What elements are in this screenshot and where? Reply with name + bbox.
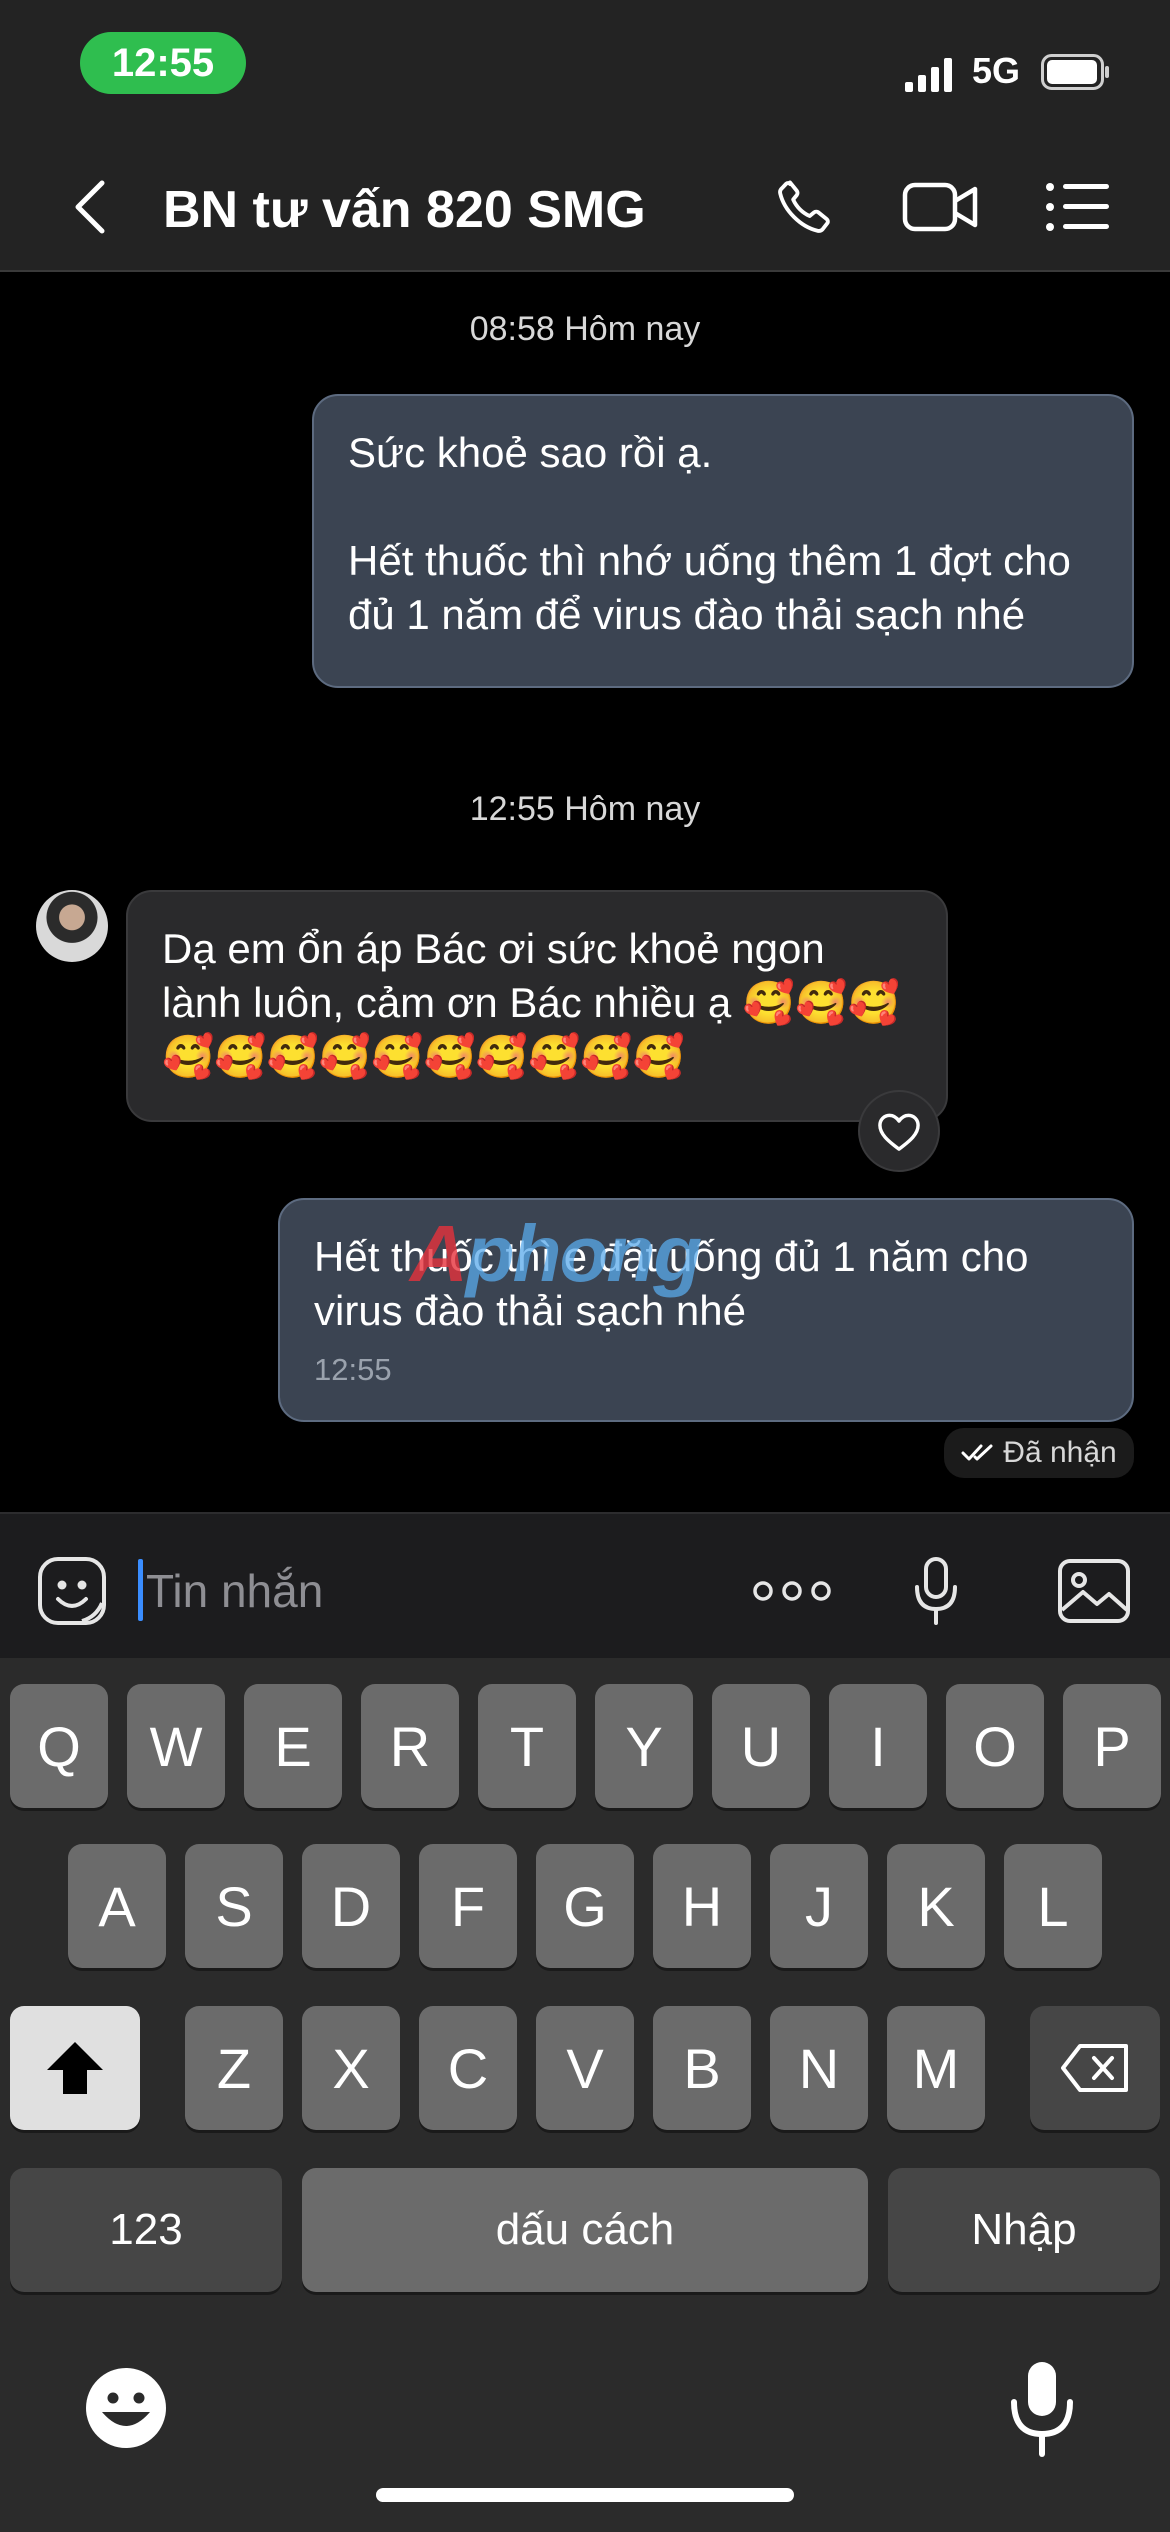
key-s[interactable]: S: [185, 1844, 283, 1968]
composer-bar: [0, 1512, 1170, 1658]
key-p[interactable]: P: [1063, 1684, 1161, 1808]
top-bar: 12:55 5G BN tư vấn 820 SMG: [0, 0, 1170, 272]
incoming-message[interactable]: Dạ em ổn áp Bác ơi sức khoẻ ngon lành lu…: [126, 890, 948, 1122]
key-c[interactable]: C: [419, 2006, 517, 2130]
call-button[interactable]: [764, 170, 844, 244]
image-icon: [1058, 1559, 1130, 1623]
more-icon: [753, 1581, 831, 1601]
double-check-icon: [961, 1444, 993, 1461]
message-text: Hết thuốc thì nhớ uống thêm 1 đợt cho đủ…: [348, 537, 1071, 638]
network-label: 5G: [972, 50, 1021, 91]
key-z[interactable]: Z: [185, 2006, 283, 2130]
menu-list-icon: [1046, 183, 1109, 231]
status-time: 12:55: [80, 32, 246, 94]
key-o[interactable]: O: [946, 1684, 1044, 1808]
like-button[interactable]: [858, 1090, 940, 1172]
heart-icon: [878, 1113, 920, 1151]
shift-icon: [47, 2042, 103, 2094]
backspace-icon: [1061, 2044, 1128, 2092]
key-m[interactable]: M: [887, 2006, 985, 2130]
message-time: 12:55: [314, 1352, 392, 1387]
text-cursor: [138, 1559, 143, 1621]
read-receipt: Đã nhận: [944, 1428, 1134, 1478]
back-icon: [75, 180, 105, 234]
back-button[interactable]: [60, 172, 120, 242]
key-q[interactable]: Q: [10, 1684, 108, 1808]
key-a[interactable]: A: [68, 1844, 166, 1968]
keyboard: QWERTYUIOP ASDFGHJKL ZXCVBNM 123 dấu các…: [0, 1658, 1170, 2532]
voice-button[interactable]: [902, 1554, 970, 1628]
message-text: Sức khoẻ sao rồi ạ.: [348, 429, 713, 476]
video-call-icon: [902, 182, 978, 232]
dictation-icon[interactable]: [1008, 2358, 1076, 2458]
message-input[interactable]: [146, 1556, 706, 1626]
key-k[interactable]: K: [887, 1844, 985, 1968]
key-x[interactable]: X: [302, 2006, 400, 2130]
timestamp-divider: 08:58 Hôm nay: [469, 310, 701, 348]
key-i[interactable]: I: [829, 1684, 927, 1808]
key-r[interactable]: R: [361, 1684, 459, 1808]
shift-key[interactable]: [10, 2006, 140, 2130]
message-text: Hết thuốc thì e đặt uống đủ 1 năm cho vi…: [314, 1233, 1029, 1334]
chat-area[interactable]: 08:58 Hôm nay Sức khoẻ sao rồi ạ. Hết th…: [0, 272, 1170, 1512]
emoji-keyboard-icon[interactable]: [84, 2366, 168, 2450]
key-h[interactable]: H: [653, 1844, 751, 1968]
space-key[interactable]: dấu cách: [302, 2168, 868, 2292]
image-button[interactable]: [1056, 1554, 1132, 1628]
mic-icon: [915, 1557, 957, 1625]
signal-icon: [905, 58, 952, 92]
key-w[interactable]: W: [127, 1684, 225, 1808]
key-e[interactable]: E: [244, 1684, 342, 1808]
backspace-key[interactable]: [1030, 2006, 1160, 2130]
key-v[interactable]: V: [536, 2006, 634, 2130]
numbers-key[interactable]: 123: [10, 2168, 282, 2292]
menu-button[interactable]: [1040, 170, 1116, 244]
key-d[interactable]: D: [302, 1844, 400, 1968]
key-n[interactable]: N: [770, 2006, 868, 2130]
video-call-button[interactable]: [900, 170, 982, 244]
message-text: Dạ em ổn áp Bác ơi sức khoẻ ngon lành lu…: [162, 925, 900, 1080]
key-j[interactable]: J: [770, 1844, 868, 1968]
key-y[interactable]: Y: [595, 1684, 693, 1808]
more-button[interactable]: [748, 1554, 836, 1628]
outgoing-message[interactable]: Hết thuốc thì e đặt uống đủ 1 năm cho vi…: [278, 1198, 1134, 1422]
key-g[interactable]: G: [536, 1844, 634, 1968]
key-b[interactable]: B: [653, 2006, 751, 2130]
outgoing-message[interactable]: Sức khoẻ sao rồi ạ. Hết thuốc thì nhớ uố…: [312, 394, 1134, 688]
timestamp-divider: 12:55 Hôm nay: [469, 790, 701, 828]
sticker-button[interactable]: [34, 1554, 110, 1628]
home-indicator: [376, 2488, 794, 2502]
sticker-icon: [38, 1557, 106, 1625]
key-f[interactable]: F: [419, 1844, 517, 1968]
return-key[interactable]: Nhập: [888, 2168, 1160, 2292]
key-l[interactable]: L: [1004, 1844, 1102, 1968]
key-u[interactable]: U: [712, 1684, 810, 1808]
receipt-label: Đã nhận: [1003, 1436, 1117, 1469]
phone-icon: [778, 180, 830, 233]
chat-title[interactable]: BN tư vấn 820 SMG: [163, 180, 646, 240]
battery-icon: [1041, 54, 1109, 90]
avatar[interactable]: [36, 890, 108, 962]
key-t[interactable]: T: [478, 1684, 576, 1808]
